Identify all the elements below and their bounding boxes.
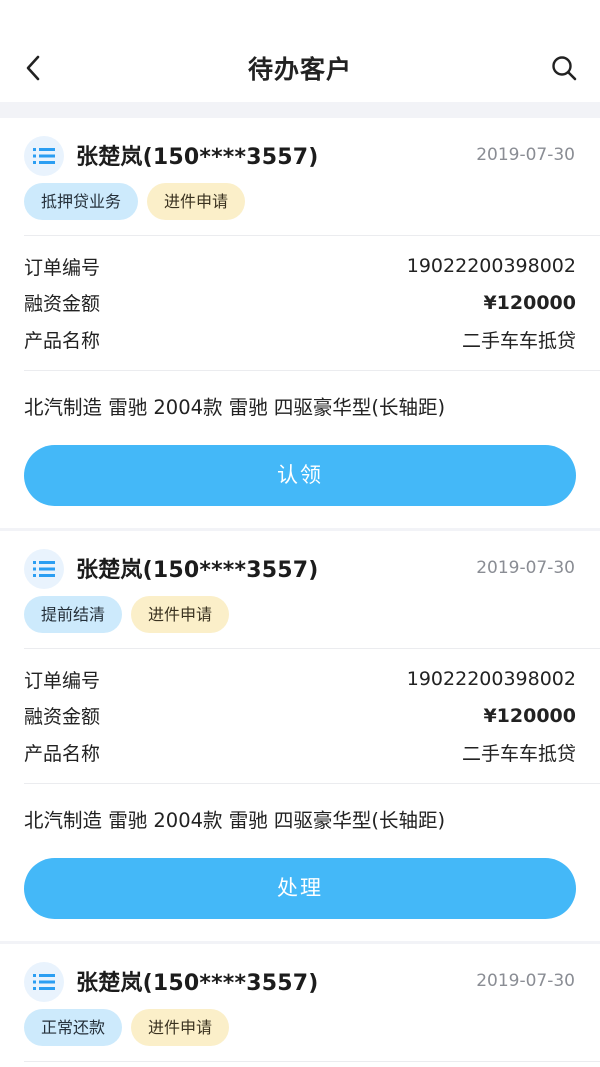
status-tag: 进件申请	[147, 183, 246, 220]
order-label: 订单编号	[24, 256, 101, 279]
date-text: 2019-07-30	[476, 558, 575, 578]
business-tag: 正常还款	[24, 1009, 123, 1046]
order-row: 订单编号 19022200398002	[24, 661, 576, 698]
customer-name: 张楚岚(150****3557)	[76, 558, 319, 583]
date-text: 2019-07-30	[476, 145, 575, 165]
customer-card: 张楚岚(150****3557) 2019-07-30 正常还款 进件申请	[0, 944, 600, 1067]
divider	[24, 1061, 600, 1062]
amount-row: 融资金额 ¥120000	[24, 285, 576, 322]
product-row: 产品名称 二手车车抵贷	[24, 734, 576, 771]
order-label: 订单编号	[24, 669, 101, 692]
amount-label: 融资金额	[24, 293, 101, 316]
business-tag: 抵押贷业务	[24, 183, 139, 220]
claim-button[interactable]: 认领	[24, 444, 576, 506]
order-value: 19022200398002	[406, 255, 576, 278]
date-text: 2019-07-30	[476, 971, 575, 991]
app-screen: 待办客户 张楚岚(150****3557) 2019-07-30 抵押贷业务 进…	[0, 0, 600, 1067]
car-model: 北汽制造 雷驰 2004款 雷驰 四驱豪华型(长轴距)	[24, 808, 446, 832]
customer-name: 张楚岚(150****3557)	[76, 145, 319, 170]
status-tag: 进件申请	[131, 596, 230, 633]
amount-label: 融资金额	[24, 706, 101, 729]
business-tag: 提前结清	[24, 596, 123, 633]
tag-group: 提前结清 进件申请	[24, 596, 230, 633]
product-row: 产品名称 二手车车抵贷	[24, 321, 576, 358]
order-row: 订单编号 19022200398002	[24, 248, 576, 285]
status-tag: 进件申请	[131, 1009, 230, 1046]
car-model: 北汽制造 雷驰 2004款 雷驰 四驱豪华型(长轴距)	[24, 395, 446, 419]
nav-header: 待办客户	[0, 0, 600, 102]
list-icon	[24, 549, 64, 589]
amount-row: 融资金额 ¥120000	[24, 698, 576, 735]
customer-name: 张楚岚(150****3557)	[76, 971, 319, 996]
customer-card: 张楚岚(150****3557) 2019-07-30 抵押贷业务 进件申请 订…	[0, 118, 600, 528]
list-icon	[24, 962, 64, 1002]
customer-card: 张楚岚(150****3557) 2019-07-30 提前结清 进件申请 订单…	[0, 531, 600, 941]
product-value: 二手车车抵贷	[461, 329, 576, 352]
search-button[interactable]	[548, 52, 580, 84]
product-value: 二手车车抵贷	[461, 742, 576, 765]
product-label: 产品名称	[24, 742, 101, 765]
amount-value: ¥120000	[483, 291, 576, 314]
tag-group: 正常还款 进件申请	[24, 1009, 230, 1046]
handle-button[interactable]: 处理	[24, 857, 576, 919]
product-label: 产品名称	[24, 329, 101, 352]
list-icon	[24, 136, 64, 176]
amount-value: ¥120000	[483, 704, 576, 727]
search-icon	[552, 56, 577, 81]
page-title: 待办客户	[247, 55, 352, 84]
order-value: 19022200398002	[406, 668, 576, 691]
tag-group: 抵押贷业务 进件申请	[24, 183, 246, 220]
